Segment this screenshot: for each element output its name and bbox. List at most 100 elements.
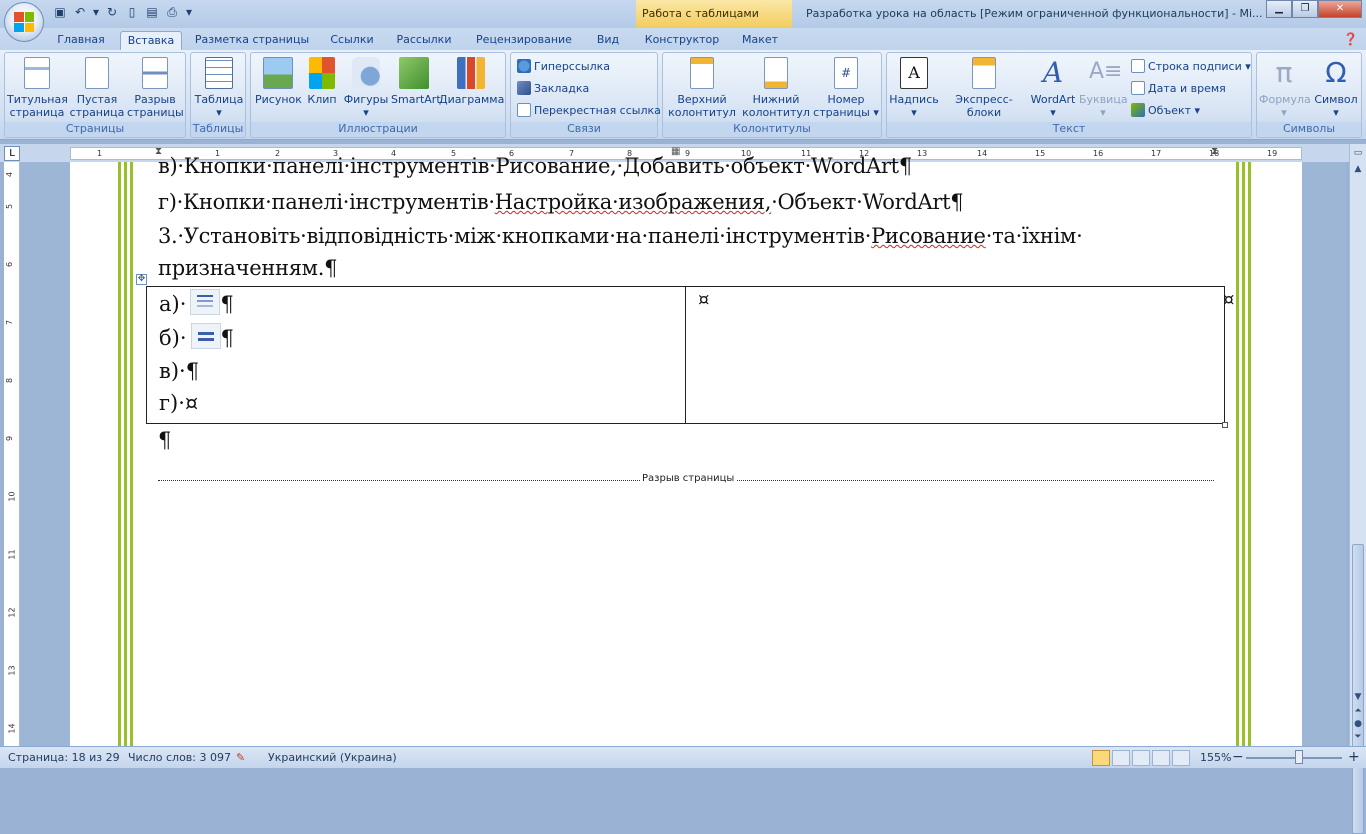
date-time-icon bbox=[1131, 81, 1145, 95]
table-cell-right[interactable]: ¤ bbox=[698, 289, 709, 310]
restore-icon[interactable]: ❐ bbox=[1292, 0, 1318, 18]
matching-table[interactable]: а)· ¶ б)· ¶ в)·¶ г)·¤ ¤ ¤ bbox=[146, 286, 1234, 428]
language-indicator[interactable]: Украинский (Украина) bbox=[268, 751, 397, 764]
footer-label: Нижний bbox=[752, 93, 800, 106]
vertical-ruler[interactable]: 4 5 6 7 8 9 10 11 12 13 14 bbox=[4, 162, 20, 746]
shapes-label2: ▾ bbox=[363, 106, 369, 119]
page-number-button[interactable]: # Номер страницы ▾ bbox=[813, 55, 879, 119]
help-icon[interactable]: ❓ bbox=[1343, 32, 1358, 46]
signature-line-label: Строка подписи ▾ bbox=[1148, 60, 1251, 73]
page-break-button[interactable]: Разрыв страницы bbox=[127, 55, 184, 119]
scrollbar-thumb[interactable] bbox=[1352, 544, 1364, 834]
tab-layout[interactable]: Макет bbox=[736, 31, 784, 50]
tab-selector-icon[interactable]: L bbox=[4, 146, 20, 161]
date-time-button[interactable]: Дата и время bbox=[1131, 81, 1226, 97]
tab-design[interactable]: Конструктор bbox=[640, 31, 724, 50]
scroll-down-icon[interactable]: ▼ bbox=[1350, 692, 1366, 706]
table-line-b: б)· ¶ bbox=[159, 323, 234, 350]
table-resize-handle-icon[interactable] bbox=[1222, 422, 1228, 428]
quick-parts-button[interactable]: Экспресс-блоки ▾ bbox=[941, 55, 1027, 132]
page-count[interactable]: Страница: 18 из 29 bbox=[8, 751, 120, 764]
redo-icon[interactable]: ↻ bbox=[104, 4, 120, 20]
tab-insert[interactable]: Вставка bbox=[120, 31, 182, 50]
full-screen-reading-view-icon[interactable] bbox=[1112, 750, 1130, 766]
split-handle-icon[interactable]: ▭ bbox=[1350, 148, 1366, 162]
word-count[interactable]: Число слов: 3 097 bbox=[128, 751, 231, 764]
header-button[interactable]: Верхний колонтитул ▾ bbox=[667, 55, 737, 132]
drop-cap-icon: A≡ bbox=[1089, 59, 1123, 84]
browse-object-icon[interactable]: ● bbox=[1350, 719, 1366, 733]
object-button[interactable]: Объект ▾ bbox=[1131, 103, 1200, 119]
save-icon[interactable]: ▣ bbox=[52, 4, 68, 20]
dropdown-icon[interactable]: ▾ bbox=[92, 4, 100, 20]
web-layout-view-icon[interactable] bbox=[1132, 750, 1150, 766]
vruler-number: 7 bbox=[5, 319, 15, 326]
table-line-v-text: в)·¶ bbox=[159, 359, 200, 383]
table-cell-left[interactable]: а)· ¶ б)· ¶ в)·¶ г)·¤ bbox=[147, 287, 686, 423]
outline-view-icon[interactable] bbox=[1152, 750, 1170, 766]
zoom-level[interactable]: 155% bbox=[1200, 751, 1231, 764]
blank-page-button[interactable]: Пустая страница bbox=[69, 55, 125, 119]
office-button[interactable] bbox=[4, 2, 44, 42]
hyperlink-button[interactable]: Гиперссылка bbox=[517, 59, 610, 75]
minimize-icon[interactable]: ▁ bbox=[1266, 0, 1292, 18]
draft-view-icon[interactable] bbox=[1172, 750, 1190, 766]
cross-reference-label: Перекрестная ссылка bbox=[534, 104, 661, 117]
paragraph-line-g[interactable]: г)·Кнопки·панелі·інструментів·Настройка·… bbox=[158, 190, 964, 214]
clip-button[interactable]: Клип bbox=[305, 55, 339, 106]
paragraph-line-v[interactable]: в)·Кнопки·панелі·інструментів·Рисование,… bbox=[158, 154, 912, 178]
tab-page-layout[interactable]: Разметка страницы bbox=[192, 31, 312, 50]
spelling-check-icon[interactable]: ✎ bbox=[236, 751, 245, 764]
shapes-button[interactable]: Фигуры ▾ bbox=[343, 55, 389, 119]
picture-button[interactable]: Рисунок bbox=[255, 55, 302, 106]
wordart-icon: A bbox=[1042, 56, 1064, 89]
symbol-button[interactable]: Ω Символ ▾ bbox=[1311, 55, 1361, 120]
equation-button[interactable]: π Формула ▾ bbox=[1259, 55, 1311, 120]
zoom-slider[interactable] bbox=[1246, 757, 1342, 759]
group-illustrations-label: Иллюстрации bbox=[251, 122, 505, 136]
next-page-icon[interactable]: ⏷ bbox=[1350, 732, 1366, 746]
tab-references[interactable]: Ссылки bbox=[324, 31, 380, 50]
scroll-up-icon[interactable]: ▲ bbox=[1350, 164, 1366, 178]
print-preview-icon[interactable]: ⎙ bbox=[164, 4, 180, 20]
bookmark-button[interactable]: Закладка bbox=[517, 81, 589, 97]
tab-home[interactable]: Главная bbox=[50, 31, 112, 50]
customize-icon[interactable]: ▾ bbox=[184, 4, 194, 20]
previous-page-icon[interactable]: ⏶ bbox=[1350, 706, 1366, 720]
paragraph-task-3-cont[interactable]: призначенням.¶ bbox=[158, 256, 337, 280]
zoom-slider-thumb[interactable] bbox=[1295, 750, 1303, 764]
vertical-scrollbar[interactable]: ▭ ▲ ▼ ⏶ ● ⏷ bbox=[1349, 144, 1366, 834]
paragraph-after-table[interactable]: ¶ bbox=[158, 428, 171, 452]
end-of-row-marker: ¤ bbox=[1223, 289, 1235, 310]
undo-icon[interactable]: ↶ bbox=[72, 4, 88, 20]
cover-page-button[interactable]: Титульная страница ▾ bbox=[7, 55, 68, 132]
text-box-button[interactable]: A Надпись ▾ bbox=[889, 55, 939, 119]
cross-reference-button[interactable]: Перекрестная ссылка bbox=[517, 103, 661, 119]
chart-button[interactable]: Диаграмма bbox=[439, 55, 504, 106]
right-indent-marker-icon[interactable]: ⧗ bbox=[1211, 146, 1218, 157]
tab-view[interactable]: Вид bbox=[590, 31, 626, 50]
quick-parts-label: Экспресс-блоки bbox=[955, 93, 1013, 119]
page-break-label: Разрыв bbox=[134, 93, 176, 106]
table-button[interactable]: Таблица ▾ bbox=[193, 55, 245, 119]
new-icon[interactable]: ▯ bbox=[124, 4, 140, 20]
tab-review[interactable]: Рецензирование bbox=[470, 31, 578, 50]
footer-button[interactable]: Нижний колонтитул ▾ bbox=[741, 55, 811, 132]
drop-cap-button[interactable]: A≡ Буквица ▾ bbox=[1079, 55, 1128, 119]
paragraph-task-3[interactable]: 3.·Установіть·відповідність·між·кнопками… bbox=[158, 224, 1083, 248]
table-line-g-text: г)·¤ bbox=[159, 391, 199, 415]
print-layout-view-icon[interactable] bbox=[1092, 750, 1110, 766]
smartart-button[interactable]: SmartArt bbox=[391, 55, 441, 106]
tab-mailings[interactable]: Рассылки bbox=[390, 31, 458, 50]
zoom-in-icon[interactable]: + bbox=[1348, 749, 1360, 765]
quick-parts-icon bbox=[972, 57, 996, 89]
close-icon[interactable]: ✕ bbox=[1318, 0, 1362, 18]
open-icon[interactable]: ▤ bbox=[144, 4, 160, 20]
table-move-handle-icon[interactable]: ✥ bbox=[136, 274, 147, 285]
table-label: Таблица bbox=[194, 93, 244, 106]
wordart-button[interactable]: A WordArt ▾ bbox=[1029, 55, 1077, 120]
signature-line-button[interactable]: Строка подписи ▾ bbox=[1131, 59, 1251, 75]
zoom-out-icon[interactable]: − bbox=[1232, 749, 1244, 765]
document-page[interactable]: в)·Кнопки·панелі·інструментів·Рисование,… bbox=[70, 154, 1302, 746]
group-pages: Титульная страница ▾ Пустая страница Раз… bbox=[4, 52, 186, 138]
